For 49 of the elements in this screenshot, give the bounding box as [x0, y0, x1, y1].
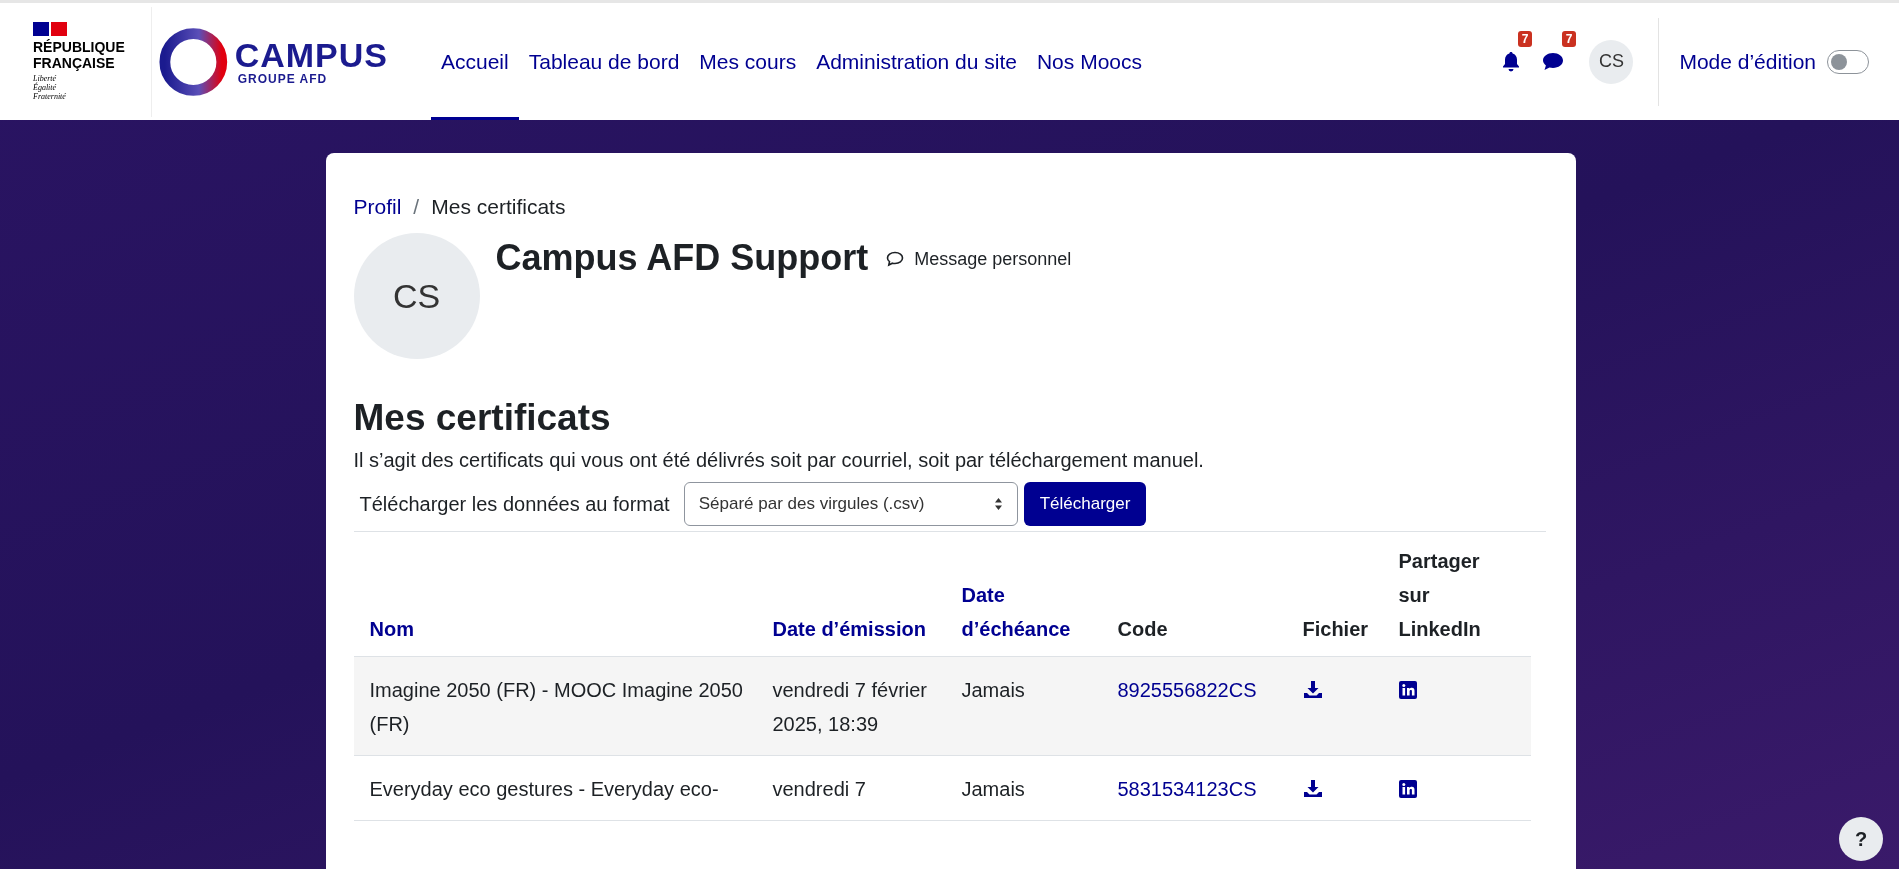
- select-caret-icon: [993, 497, 1003, 511]
- campus-logo-text: CAMPUS: [234, 37, 388, 72]
- speech-bubble-icon[interactable]: [886, 251, 905, 267]
- motto-text: Liberté Égalité Fraternité: [33, 74, 67, 101]
- table-cell: vendredi 7 février 2025, 18:39: [772, 679, 928, 735]
- flag-icon: [33, 22, 67, 36]
- certificate-code-link[interactable]: 8925556822CS: [1117, 679, 1257, 701]
- gov-name: RÉPUBLIQUE FRANÇAISE: [33, 39, 126, 71]
- download-button[interactable]: Télécharger: [1023, 482, 1147, 526]
- user-avatar[interactable]: CS: [1589, 39, 1634, 84]
- table-cell: Everyday eco gestures - Everyday eco-: [369, 778, 719, 800]
- nav-link[interactable]: Nos Moocs: [1026, 3, 1152, 120]
- nav-link[interactable]: Tableau de bord: [518, 3, 690, 120]
- message-link[interactable]: Message personnel: [914, 249, 1072, 270]
- column-sort-link[interactable]: Date d’échéance: [961, 578, 1102, 646]
- download-icon[interactable]: [1302, 780, 1323, 798]
- intro-text: Il s’agit des certificats qui vous ont été délivrés soit par courriel, soit par téléchargement manuel.: [353, 449, 1205, 472]
- ring-logo-icon: [158, 25, 229, 98]
- download-icon[interactable]: [1302, 681, 1323, 699]
- profile-name: Campus AFD Support: [495, 237, 869, 279]
- campus-subtitle: GROUPE AFD: [237, 71, 329, 86]
- page-heading: Mes certificats: [353, 397, 612, 439]
- table-cell: Imagine 2050 (FR) - MOOC Imagine 2050 (FR): [369, 679, 743, 735]
- edit-mode-toggle[interactable]: [1827, 49, 1869, 74]
- breadcrumb-link[interactable]: Profil: [353, 195, 402, 219]
- column-header: Code: [1117, 617, 1169, 642]
- breadcrumb-current: Mes certificats: [431, 195, 566, 219]
- profile-avatar: CS: [353, 233, 480, 359]
- nav-link[interactable]: Accueil: [431, 3, 519, 120]
- table-cell: vendredi 7: [772, 778, 866, 800]
- certificate-code-link[interactable]: 5831534123CS: [1117, 778, 1257, 800]
- notification-count: 7: [1517, 30, 1533, 47]
- column-sort-link[interactable]: Date d’émission: [772, 612, 946, 646]
- linkedin-icon[interactable]: [1398, 780, 1417, 798]
- nav-link[interactable]: Mes cours: [689, 3, 807, 120]
- speech-bubble-icon[interactable]: [1542, 52, 1565, 71]
- bell-icon[interactable]: [1502, 51, 1521, 72]
- column-header: Fichier: [1302, 617, 1370, 642]
- table-cell: Jamais: [961, 778, 1025, 800]
- nav-link[interactable]: Administration du site: [806, 3, 1027, 120]
- message-count: 7: [1561, 31, 1577, 47]
- column-header: Partager sur LinkedIn: [1398, 549, 1482, 642]
- table-cell: Jamais: [961, 679, 1025, 701]
- help-button[interactable]: ?: [1839, 817, 1883, 861]
- column-sort-link[interactable]: Nom: [369, 612, 757, 646]
- format-select[interactable]: Séparé par des virgules (.csv): [683, 482, 1018, 526]
- breadcrumb-separator: /: [413, 195, 420, 219]
- edit-mode-label: Mode d’édition: [1679, 49, 1816, 74]
- download-format-label: Télécharger les données au format: [359, 492, 670, 516]
